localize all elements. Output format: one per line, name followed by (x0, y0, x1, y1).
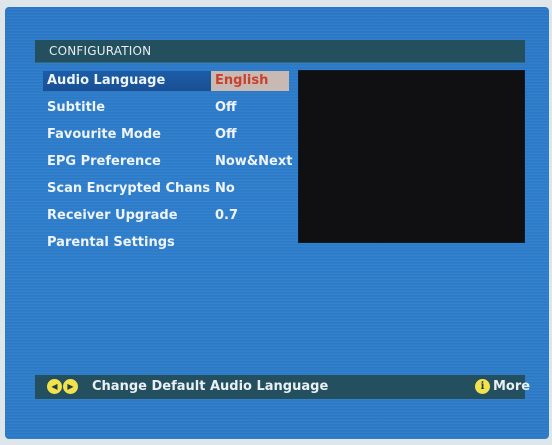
menu-item-label: Audio Language (47, 73, 166, 88)
more-label[interactable]: More (493, 379, 530, 394)
menu-item-value[interactable]: No (215, 181, 235, 196)
page-title: CONFIGURATION (49, 44, 152, 58)
menu-item-audio-language[interactable]: Audio Language English (43, 71, 297, 98)
menu-item-label: Scan Encrypted Chans (47, 181, 211, 196)
video-preview-window (298, 70, 525, 243)
menu-item-receiver-upgrade[interactable]: Receiver Upgrade 0.7 (47, 206, 297, 233)
menu-item-favourite-mode[interactable]: Favourite Mode Off (47, 125, 297, 152)
menu-header: CONFIGURATION (35, 40, 525, 63)
help-hint: Change Default Audio Language (92, 379, 329, 394)
arrow-left-icon: ◀ (47, 379, 62, 394)
menu-item-value[interactable]: Off (215, 127, 237, 142)
info-icon[interactable]: i (475, 379, 490, 394)
arrow-keys: ◀ ▶ (47, 379, 78, 394)
menu-item-value[interactable]: 0.7 (215, 208, 238, 223)
tv-screen: CONFIGURATION Audio Language English Sub… (5, 7, 549, 439)
menu-item-label: Favourite Mode (47, 127, 161, 142)
menu-item-value[interactable]: Off (215, 100, 237, 115)
settings-menu: Audio Language English Subtitle Off Favo… (43, 71, 297, 260)
menu-item-label: Parental Settings (47, 235, 175, 250)
menu-item-scan-encrypted-chans[interactable]: Scan Encrypted Chans No (47, 179, 297, 206)
arrow-right-icon: ▶ (63, 379, 78, 394)
menu-item-parental-settings[interactable]: Parental Settings (47, 233, 297, 260)
menu-item-value[interactable]: Now&Next (215, 154, 292, 169)
menu-item-subtitle[interactable]: Subtitle Off (47, 98, 297, 125)
menu-item-label: Receiver Upgrade (47, 208, 178, 223)
menu-item-value[interactable]: English (211, 71, 289, 91)
menu-item-label: EPG Preference (47, 154, 161, 169)
help-bar: ◀ ▶ Change Default Audio Language i More (35, 375, 530, 399)
menu-item-label: Subtitle (47, 100, 106, 115)
menu-item-epg-preference[interactable]: EPG Preference Now&Next (47, 152, 297, 179)
